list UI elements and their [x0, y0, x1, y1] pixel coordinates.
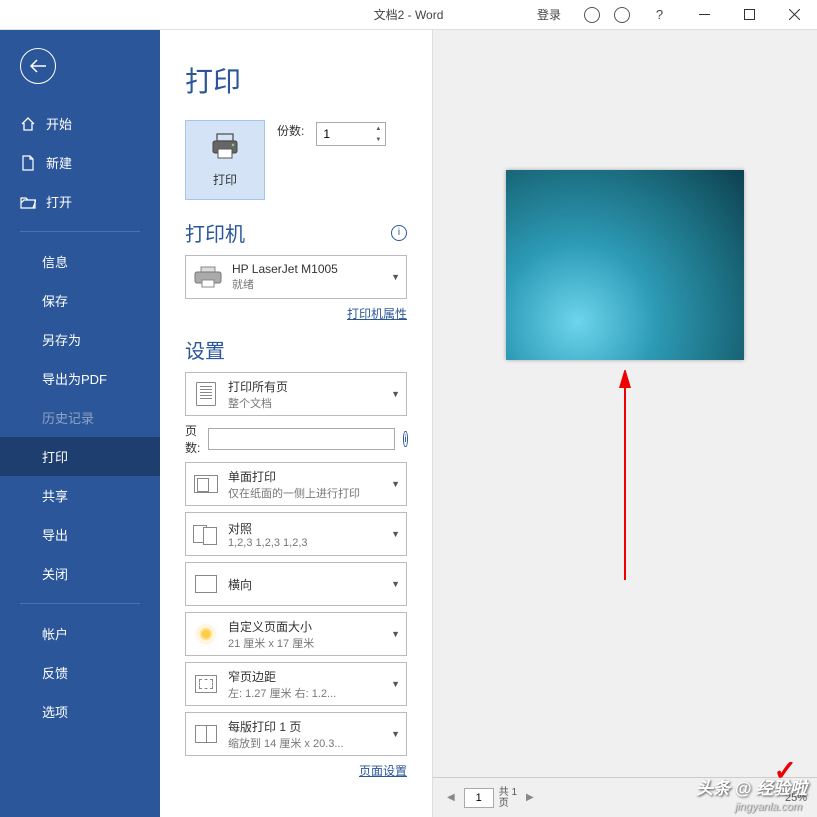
chevron-down-icon: ▼ — [391, 479, 400, 489]
chevron-down-icon: ▼ — [391, 579, 400, 589]
home-icon — [20, 116, 36, 132]
orientation-select[interactable]: 横向 ▼ — [185, 562, 407, 606]
sidebar-item-open[interactable]: 打开 — [0, 182, 160, 221]
collate-select[interactable]: 对照 1,2,3 1,2,3 1,2,3 ▼ — [185, 512, 407, 556]
new-icon — [20, 155, 36, 171]
minimize-button[interactable] — [682, 0, 727, 30]
sidebar-label: 反馈 — [42, 663, 68, 682]
smile-icon[interactable] — [577, 0, 607, 30]
close-button[interactable] — [772, 0, 817, 30]
chevron-down-icon: ▼ — [391, 679, 400, 689]
help-button[interactable]: ? — [637, 0, 682, 30]
copies-down[interactable]: ▼ — [371, 134, 385, 145]
watermark-url: jingyanla.com — [735, 801, 802, 813]
page-setup-link[interactable]: 页面设置 — [359, 764, 407, 778]
sidebar-label: 新建 — [46, 153, 72, 172]
sidebar-item-saveas[interactable]: 另存为 — [0, 320, 160, 359]
login-link[interactable]: 登录 — [529, 6, 569, 23]
copies-label: 份数: — [277, 122, 304, 139]
chevron-down-icon: ▼ — [391, 389, 400, 399]
print-button-label: 打印 — [213, 171, 237, 188]
sidebar-item-account[interactable]: 帐户 — [0, 614, 160, 653]
margins-icon — [192, 670, 220, 698]
sidebar-label: 保存 — [42, 291, 68, 310]
annotation-arrow — [615, 370, 635, 590]
single-side-icon — [192, 470, 220, 498]
printer-section-title: 打印机 i — [185, 218, 407, 247]
open-icon — [20, 194, 36, 210]
sidebar-label: 打开 — [46, 192, 72, 211]
copies-up[interactable]: ▲ — [371, 123, 385, 134]
sidebar-item-home[interactable]: 开始 — [0, 104, 160, 143]
sidebar-label: 帐户 — [42, 624, 68, 643]
sidebar-item-options[interactable]: 选项 — [0, 692, 160, 731]
check-icon: ✓ — [774, 754, 797, 787]
pages-per-sheet-select[interactable]: 每版打印 1 页 缩放到 14 厘米 x 20.3... ▼ — [185, 712, 407, 756]
sidebar-label: 历史记录 — [42, 408, 94, 427]
pages-label: 页数: — [185, 422, 200, 456]
chevron-down-icon: ▼ — [391, 529, 400, 539]
total-pages: 共 1 页 — [499, 787, 517, 809]
page-size-select[interactable]: 自定义页面大小 21 厘米 x 17 厘米 ▼ — [185, 612, 407, 656]
print-preview-panel: ◀ 共 1 页 ▶ 25% 头条 @ 经验啦 ✓ jingyanla.com — [432, 30, 817, 817]
orientation-icon — [192, 570, 220, 598]
chevron-down-icon: ▼ — [391, 272, 400, 282]
content-panel: 打印 打印 份数: ▲ ▼ 打印机 i — [160, 30, 432, 817]
margins-select[interactable]: 窄页边距 左: 1.27 厘米 右: 1.2... ▼ — [185, 662, 407, 706]
sidebar-label: 共享 — [42, 486, 68, 505]
page-number-input[interactable] — [464, 788, 494, 808]
sidebar: 开始 新建 打开 信息 保存 另存为 导出为PDF 历史记录 打印 共享 导出 … — [0, 30, 160, 817]
window-title: 文档2 - Word — [374, 6, 444, 23]
divider — [20, 231, 140, 232]
next-page-button[interactable]: ▶ — [522, 792, 538, 803]
sidebar-item-info[interactable]: 信息 — [0, 242, 160, 281]
sidebar-label: 开始 — [46, 114, 72, 133]
printer-name: HP LaserJet M1005 — [232, 262, 387, 276]
sidebar-label: 信息 — [42, 252, 68, 271]
printer-icon — [209, 132, 241, 167]
sidebar-label: 打印 — [42, 447, 68, 466]
printer-small-icon — [192, 266, 224, 288]
page-title: 打印 — [185, 60, 407, 100]
document-icon — [192, 380, 220, 408]
sidebar-item-save[interactable]: 保存 — [0, 281, 160, 320]
sidebar-item-share[interactable]: 共享 — [0, 476, 160, 515]
sidebar-label: 导出为PDF — [42, 369, 107, 388]
info-icon[interactable]: i — [391, 225, 407, 241]
prev-page-button[interactable]: ◀ — [443, 792, 459, 803]
title-bar: 文档2 - Word 登录 ? — [0, 0, 817, 30]
pages-per-sheet-icon — [192, 720, 220, 748]
collate-icon — [192, 520, 220, 548]
printer-properties-link[interactable]: 打印机属性 — [347, 307, 407, 321]
preview-page — [506, 170, 744, 360]
printer-status: 就绪 — [232, 276, 387, 292]
preview-content — [506, 170, 744, 360]
sidebar-item-close[interactable]: 关闭 — [0, 554, 160, 593]
sidebar-label: 另存为 — [42, 330, 81, 349]
back-button[interactable] — [20, 48, 56, 84]
sidebar-label: 关闭 — [42, 564, 68, 583]
sidebar-item-feedback[interactable]: 反馈 — [0, 653, 160, 692]
pages-input[interactable] — [208, 428, 395, 450]
sidebar-item-print[interactable]: 打印 — [0, 437, 160, 476]
sidebar-label: 导出 — [42, 525, 68, 544]
sidebar-item-history[interactable]: 历史记录 — [0, 398, 160, 437]
maximize-button[interactable] — [727, 0, 772, 30]
chevron-down-icon: ▼ — [391, 729, 400, 739]
chevron-down-icon: ▼ — [391, 629, 400, 639]
custom-size-icon — [192, 620, 220, 648]
print-button[interactable]: 打印 — [185, 120, 265, 200]
sidebar-item-new[interactable]: 新建 — [0, 143, 160, 182]
duplex-select[interactable]: 单面打印 仅在纸面的一侧上进行打印 ▼ — [185, 462, 407, 506]
info-icon[interactable]: i — [403, 431, 407, 447]
divider — [20, 603, 140, 604]
sidebar-item-exportpdf[interactable]: 导出为PDF — [0, 359, 160, 398]
settings-section-title: 设置 — [185, 335, 407, 364]
frown-icon[interactable] — [607, 0, 637, 30]
print-range-select[interactable]: 打印所有页 整个文档 ▼ — [185, 372, 407, 416]
sidebar-item-export[interactable]: 导出 — [0, 515, 160, 554]
sidebar-label: 选项 — [42, 702, 68, 721]
printer-select[interactable]: HP LaserJet M1005 就绪 ▼ — [185, 255, 407, 299]
